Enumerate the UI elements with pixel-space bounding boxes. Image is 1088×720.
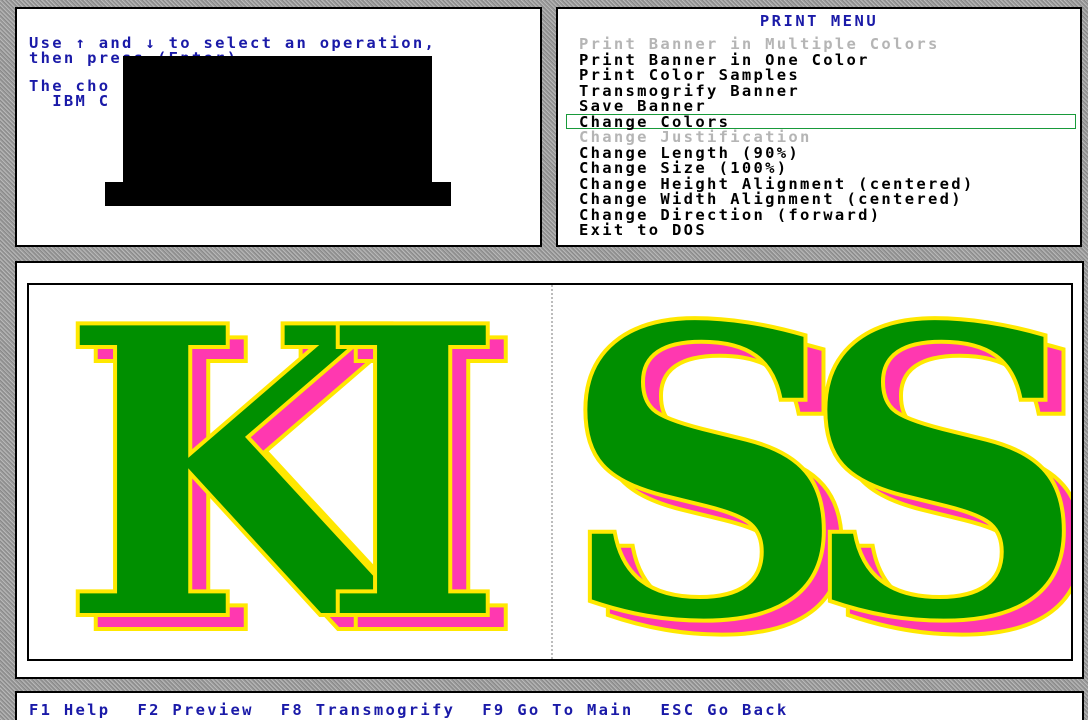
banner-preview-frame: KKIISSSS bbox=[27, 283, 1073, 661]
function-key-f2[interactable]: F2 Preview bbox=[137, 701, 253, 719]
function-key-label: Go To Main bbox=[517, 701, 634, 719]
redaction-block bbox=[123, 56, 432, 182]
help-text-line: The cho bbox=[29, 77, 111, 95]
menu-item[interactable]: Exit to DOS bbox=[566, 222, 1076, 237]
banner-preview-panel: KKIISSSS bbox=[15, 261, 1084, 679]
menu-item[interactable]: Change Length (90%) bbox=[566, 145, 1076, 160]
function-key-list: F1 Help F2 Preview F8 Transmogrify F9 Go To… bbox=[29, 701, 816, 719]
banner-letter: I bbox=[319, 285, 506, 659]
print-menu-panel: PRINT MENU Print Banner in Multiple Colo… bbox=[556, 7, 1082, 247]
menu-item[interactable]: Transmogrify Banner bbox=[566, 83, 1076, 98]
menu-item[interactable]: Print Color Samples bbox=[566, 67, 1076, 82]
function-key-esc[interactable]: ESC Go Back bbox=[661, 701, 789, 719]
function-key-label: Help bbox=[63, 701, 111, 719]
function-key-code: F9 bbox=[482, 701, 506, 719]
function-key-f9[interactable]: F9 Go To Main bbox=[482, 701, 633, 719]
help-panel: Use ↑ and ↓ to select an operation, then… bbox=[15, 7, 542, 247]
function-key-code: F1 bbox=[29, 701, 53, 719]
function-key-code: F8 bbox=[280, 701, 305, 719]
function-key-label: Go Back bbox=[707, 701, 789, 719]
menu-item[interactable]: Change Size (100%) bbox=[566, 160, 1076, 175]
help-text-line: Use ↑ and ↓ to select an operation, bbox=[29, 34, 437, 52]
menu-item[interactable]: Save Banner bbox=[566, 98, 1076, 113]
function-key-label: Preview bbox=[172, 701, 254, 719]
menu-item[interactable]: Change Width Alignment (centered) bbox=[566, 191, 1076, 206]
menu-item[interactable]: Print Banner in One Color bbox=[566, 52, 1076, 67]
function-key-f1[interactable]: F1 Help bbox=[29, 701, 110, 719]
function-key-bar: F1 Help F2 Preview F8 Transmogrify F9 Go To… bbox=[15, 691, 1084, 720]
menu-item[interactable]: Change Direction (forward) bbox=[566, 207, 1076, 222]
banner-letter: S bbox=[799, 285, 1071, 659]
function-key-code: ESC bbox=[660, 701, 696, 719]
menu-item[interactable]: Change Justification bbox=[566, 129, 1076, 144]
menu-item[interactable]: Print Banner in Multiple Colors bbox=[566, 36, 1076, 51]
menu-title: PRINT MENU bbox=[759, 12, 879, 30]
menu-list: Print Banner in Multiple Colors Print Ban… bbox=[566, 36, 1076, 238]
function-key-label: Transmogrify bbox=[315, 701, 456, 719]
function-key-code: F2 bbox=[137, 701, 161, 719]
help-text-line: IBM C bbox=[29, 92, 111, 110]
menu-item[interactable]: Change Height Alignment (centered) bbox=[566, 176, 1076, 191]
function-key-f8[interactable]: F8 Transmogrify bbox=[281, 701, 456, 719]
banner-letters: KKIISSSS bbox=[57, 285, 1071, 659]
banner-preview-graphic: KKIISSSS bbox=[57, 285, 1071, 659]
menu-item[interactable]: Change Colors bbox=[566, 113, 1076, 129]
redaction-block bbox=[105, 182, 451, 206]
